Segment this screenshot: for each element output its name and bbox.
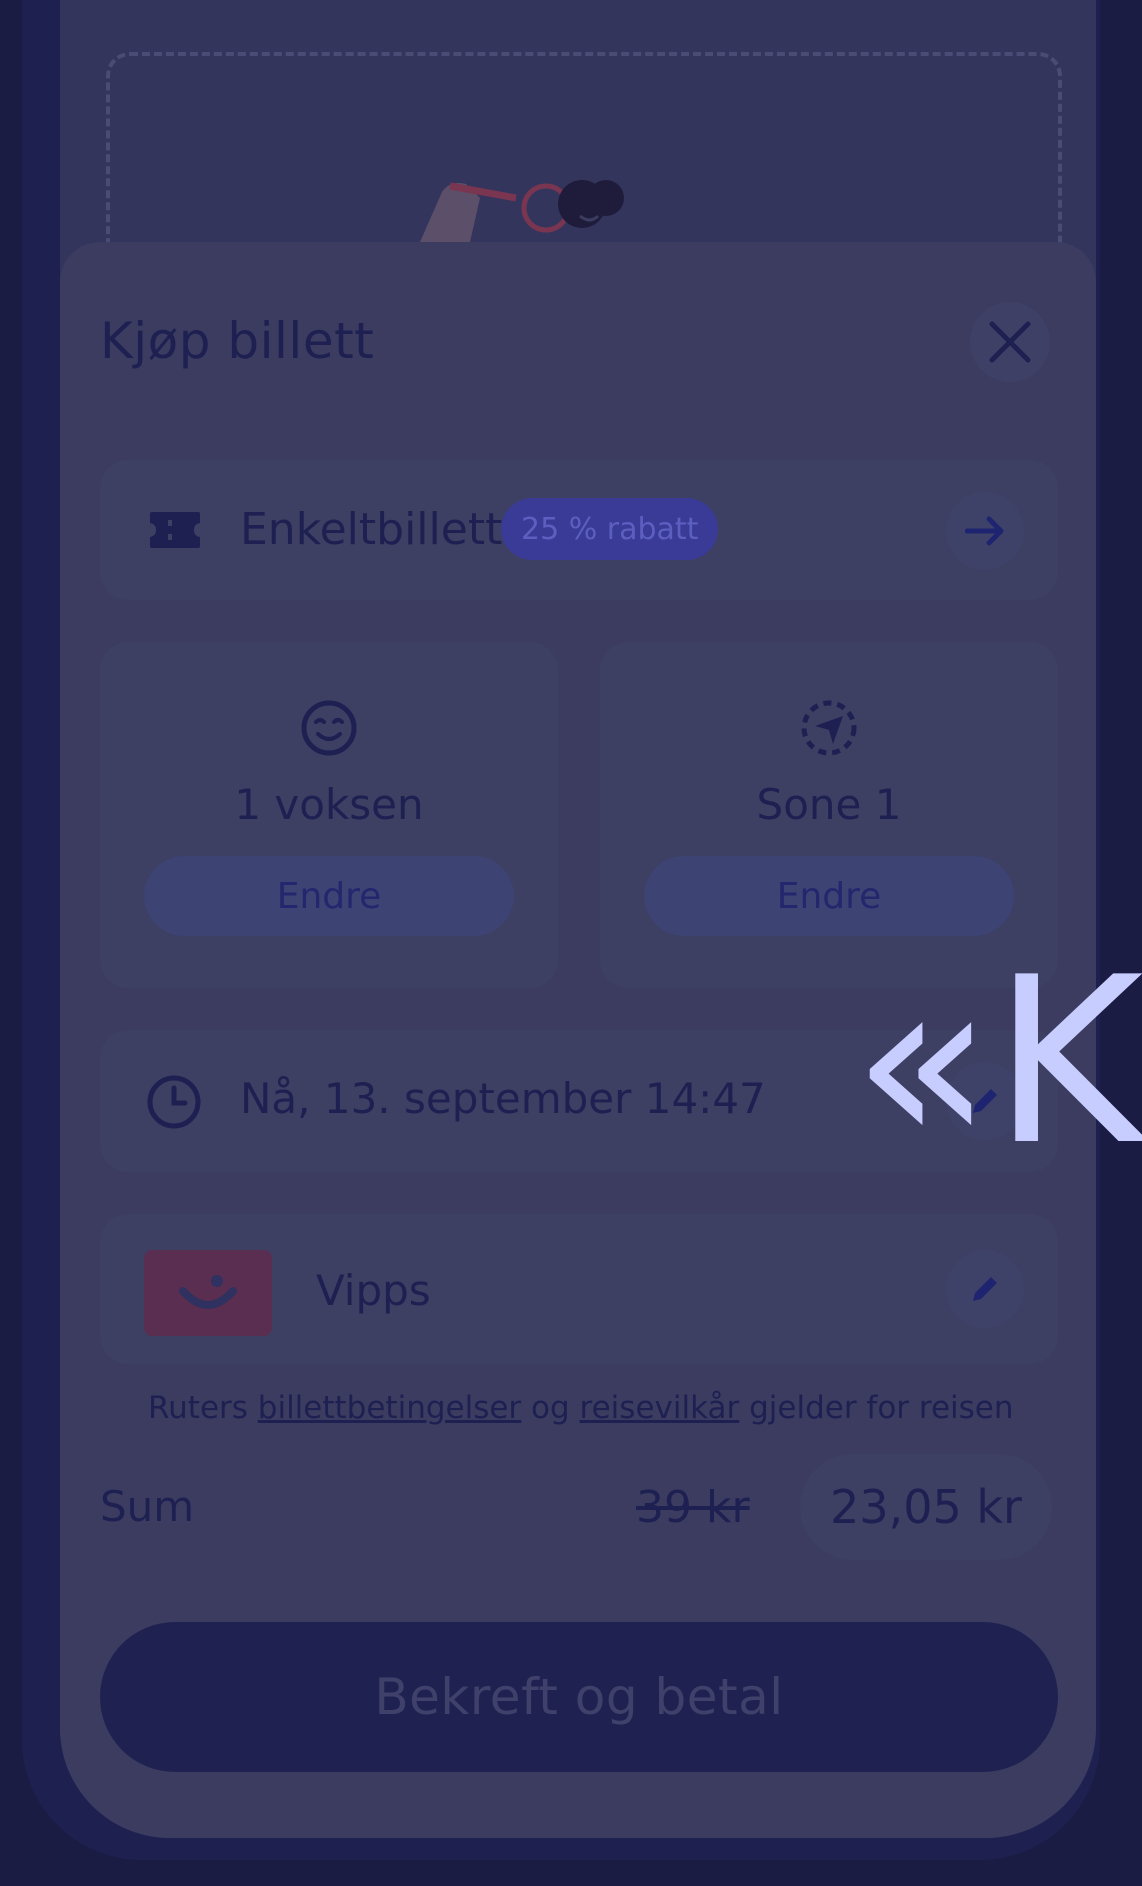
confirm-and-pay-button[interactable]: Bekreft og betal [100, 1622, 1058, 1772]
illustration-person-icon [420, 180, 624, 242]
arrow-right-icon [965, 516, 1004, 546]
close-icon [989, 321, 1031, 363]
traveller-edit-button[interactable]: Endre [144, 856, 514, 936]
ticket-type-card[interactable]: Enkeltbillett 25 % rabatt [100, 460, 1058, 600]
sheet-title: Kjøp billett [100, 312, 375, 370]
zone-edit-button[interactable]: Endre [644, 856, 1014, 936]
pencil-icon [973, 1277, 997, 1301]
sum-label: Sum [100, 1482, 195, 1531]
vipps-logo [144, 1250, 272, 1336]
travel-terms-link[interactable]: reisevilkår [580, 1390, 740, 1426]
overlay-quote-text: «K [852, 929, 1142, 1196]
payment-method-label: Vipps [316, 1266, 431, 1315]
ticket-icon [150, 512, 200, 548]
original-price: 39 kr [636, 1482, 750, 1533]
smiley-icon [301, 700, 357, 756]
terms-text: Ruters billettbetingelser og reisevilkår… [148, 1390, 1014, 1426]
terms-middle: og [521, 1390, 580, 1426]
location-arrow-icon [801, 700, 857, 756]
clock-icon [147, 1075, 201, 1129]
vipps-smile-icon [179, 1275, 237, 1309]
terms-prefix: Ruters [148, 1390, 258, 1426]
zone-value: Sone 1 [756, 780, 902, 829]
terms-suffix: gjelder for reisen [739, 1390, 1014, 1426]
ticket-type-label: Enkeltbillett [240, 504, 503, 555]
payment-edit-button[interactable] [946, 1250, 1024, 1328]
total-price: 23,05 kr [800, 1454, 1052, 1560]
ticket-terms-link[interactable]: billettbetingelser [258, 1390, 521, 1426]
discount-badge: 25 % rabatt [501, 498, 719, 560]
traveller-value: 1 voksen [234, 780, 424, 829]
departure-time-label: Nå, 13. september 14:47 [240, 1074, 766, 1123]
traveller-card: 1 voksen Endre [100, 642, 558, 988]
ticket-arrow-button[interactable] [946, 492, 1024, 570]
close-button[interactable] [970, 302, 1050, 382]
payment-method-card[interactable]: Vipps [100, 1214, 1058, 1364]
